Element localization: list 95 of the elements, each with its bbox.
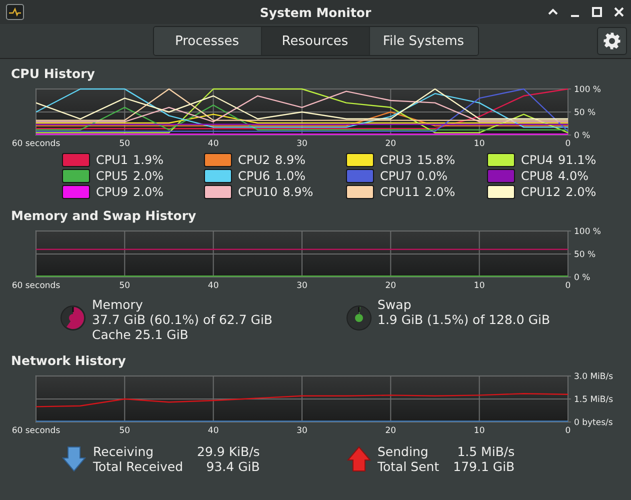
axis-label: 10 (474, 426, 485, 436)
cpu-label: CPU8 (521, 169, 554, 183)
section-title: Memory and Swap History (10, 208, 198, 224)
rate-value: 1.5 MiB/s (456, 444, 515, 459)
close-icon[interactable] (613, 6, 625, 18)
color-swatch[interactable] (204, 185, 232, 199)
settings-icon (603, 32, 621, 50)
cpu-label: CPU10 (238, 185, 278, 199)
cpu-label: CPU9 (96, 185, 128, 199)
rate-label: Sending (378, 444, 430, 459)
axis-label: 60 seconds (12, 281, 60, 291)
app-icon (6, 4, 24, 20)
cpu-reading: 1.0% (275, 169, 306, 183)
color-swatch[interactable] (487, 185, 515, 199)
usage-text: 37.7 GiB (60.1%) of 62.7 GiB (92, 312, 273, 327)
cpu-reading: 2.0% (566, 185, 596, 199)
pie-gauge (346, 305, 372, 331)
section-title: CPU History (10, 66, 96, 82)
cpu-label: CPU4 (521, 153, 554, 167)
total-label: Total Received (93, 459, 184, 474)
axis-label: 30 (296, 426, 308, 436)
maximize-icon[interactable] (591, 6, 603, 18)
color-swatch[interactable] (62, 153, 90, 167)
tab[interactable]: File Systems (370, 27, 478, 55)
axis-label: 50 (119, 281, 130, 291)
axis-label: 1.5 MiB/s (574, 395, 614, 405)
memory-label: Memory (92, 297, 144, 312)
axis-label: 10 (474, 281, 485, 291)
axis-label: 30 (296, 139, 308, 149)
axis-label: 100 % (574, 85, 602, 95)
tab[interactable]: Resources (262, 27, 370, 55)
cpu-label: CPU5 (96, 169, 128, 183)
cpu-reading: 2.0% (133, 185, 164, 199)
axis-label: 20 (385, 426, 396, 436)
cpu-label: CPU3 (380, 153, 412, 167)
axis-label: 60 seconds (12, 426, 60, 436)
color-swatch[interactable] (204, 153, 232, 167)
rate-label: Receiving (93, 444, 155, 459)
color-swatch[interactable] (346, 169, 374, 183)
axis-label: 50 % (574, 250, 596, 260)
section-title: Network History (10, 353, 127, 369)
total-value: 93.4 GiB (205, 459, 260, 474)
axis-label: 3.0 MiB/s (574, 372, 614, 382)
pie-gauge (60, 305, 86, 331)
cpu-reading: 8.9% (275, 153, 306, 167)
memory-label: Swap (378, 297, 412, 312)
total-value: 179.1 GiB (453, 459, 515, 474)
cpu-label: CPU1 (96, 153, 128, 167)
cpu-label: CPU6 (238, 169, 270, 183)
axis-label: 60 seconds (12, 139, 60, 149)
axis-label: 30 (296, 281, 308, 291)
color-swatch[interactable] (62, 185, 90, 199)
cpu-label: CPU11 (380, 185, 420, 199)
cpu-label: CPU7 (380, 169, 412, 183)
axis-label: 40 (208, 281, 219, 291)
color-swatch[interactable] (204, 169, 232, 183)
axis-label: 20 (385, 139, 396, 149)
up-arrow-icon (346, 446, 370, 472)
rate-value: 29.9 KiB/s (197, 444, 260, 459)
axis-label: 50 (119, 139, 130, 149)
cpu-label: CPU12 (521, 185, 561, 199)
cache-text: Cache 25.1 GiB (92, 327, 190, 342)
settings-button[interactable] (597, 27, 627, 55)
axis-label: 50 % (574, 108, 596, 118)
color-swatch[interactable] (346, 185, 374, 199)
axis-label: 0 (565, 426, 571, 436)
cpu-reading: 91.1% (558, 153, 596, 167)
tab[interactable]: Processes (154, 27, 262, 55)
axis-label: 100 % (574, 227, 602, 237)
total-label: Total Sent (378, 459, 440, 474)
axis-label: 0 bytes/s (574, 418, 613, 428)
cpu-reading: 2.0% (133, 169, 164, 183)
cpu-reading: 0.0% (417, 169, 448, 183)
axis-label: 10 (474, 139, 485, 149)
cpu-reading: 8.9% (282, 185, 314, 199)
color-swatch[interactable] (62, 169, 90, 183)
cpu-label: CPU2 (238, 153, 270, 167)
axis-label: 0 (565, 281, 571, 291)
window-title: System Monitor (260, 4, 372, 20)
down-arrow-icon (62, 446, 86, 472)
axis-label: 0 (565, 139, 571, 149)
color-swatch[interactable] (346, 153, 374, 167)
color-swatch[interactable] (487, 169, 515, 183)
cpu-reading: 1.9% (133, 153, 164, 167)
color-swatch[interactable] (487, 153, 515, 167)
axis-label: 0 % (574, 273, 590, 283)
axis-label: 40 (208, 139, 219, 149)
axis-label: 0 % (574, 131, 590, 141)
axis-label: 20 (385, 281, 396, 291)
cpu-reading: 15.8% (417, 153, 456, 167)
cpu-reading: 4.0% (558, 169, 589, 183)
axis-label: 40 (208, 426, 219, 436)
cpu-reading: 2.0% (424, 185, 456, 199)
usage-text: 1.9 GiB (1.5%) of 128.0 GiB (378, 312, 550, 327)
axis-label: 50 (119, 426, 130, 436)
